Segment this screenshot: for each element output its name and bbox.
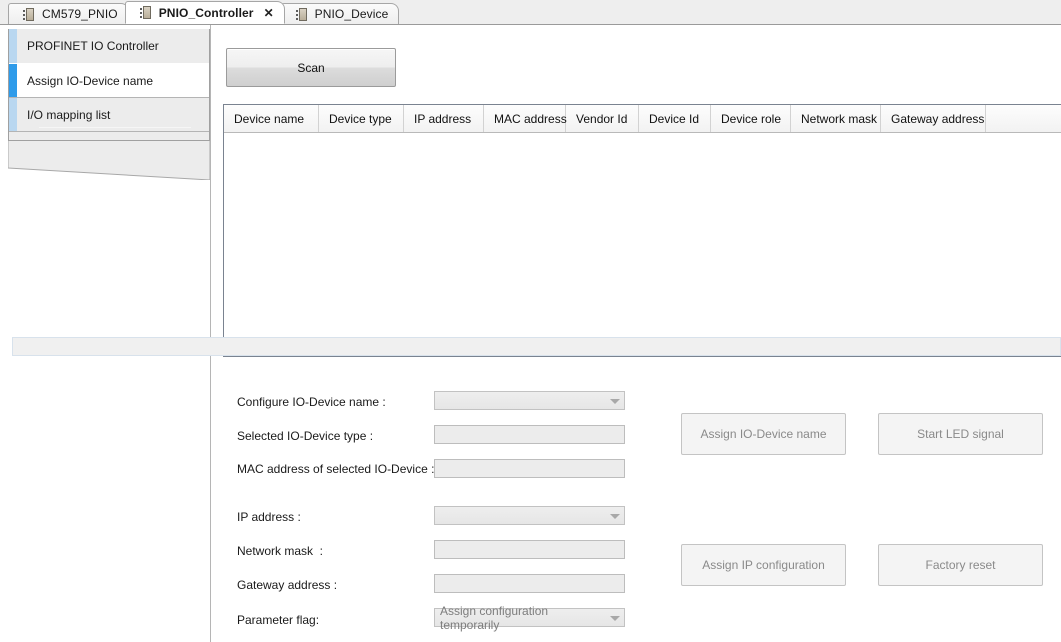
sidebar-divider <box>39 127 191 128</box>
tab-label: PNIO_Device <box>314 7 389 21</box>
gateway-address-input[interactable] <box>434 574 625 593</box>
tab-pnio-device[interactable]: PNIO_Device <box>280 3 400 24</box>
column-header-network-mask[interactable]: Network mask <box>791 105 881 132</box>
assign-io-device-name-button[interactable]: Assign IO-Device name <box>681 413 846 455</box>
device-grid-header: Device name Device type IP address MAC a… <box>224 105 1061 133</box>
selected-io-device-type-input[interactable] <box>434 425 625 444</box>
label-configure-io-device-name: Configure IO-Device name : <box>237 395 386 409</box>
tab-pnio-controller[interactable]: PNIO_Controller ✕ <box>124 1 285 24</box>
sidebar-item-label: PROFINET IO Controller <box>27 39 159 53</box>
column-header-filler[interactable] <box>986 105 1061 132</box>
label-parameter-flag: Parameter flag: <box>237 613 320 627</box>
label-network-mask: Network mask : <box>237 544 324 558</box>
tab-label: CM579_PNIO <box>42 7 118 21</box>
sidebar-item-label: I/O mapping list <box>27 107 111 122</box>
label-ip-address: IP address : <box>237 510 301 524</box>
module-icon <box>23 7 35 21</box>
tab-strip: CM579_PNIO PNIO_Controller ✕ PNIO_Device <box>0 0 400 24</box>
scan-button[interactable]: Scan <box>226 48 396 87</box>
sidebar: PROFINET IO Controller Assign IO-Device … <box>8 29 210 180</box>
module-icon <box>295 7 308 21</box>
sidebar-item-profinet-io-controller[interactable]: PROFINET IO Controller <box>9 29 209 64</box>
sidebar-item-label: Assign IO-Device name <box>27 73 154 88</box>
device-grid: Device name Device type IP address MAC a… <box>223 104 1061 357</box>
column-header-mac-address[interactable]: MAC address <box>484 105 567 132</box>
column-header-vendor-id[interactable]: Vendor Id <box>566 105 639 132</box>
column-header-device-role[interactable]: Device role <box>711 105 791 132</box>
device-grid-body <box>224 133 1061 356</box>
tab-label: PNIO_Controller <box>158 5 254 20</box>
column-header-gateway-address[interactable]: Gateway address <box>881 105 986 132</box>
sidebar-ribbon-tail <box>8 140 210 180</box>
chevron-down-icon[interactable] <box>605 609 624 626</box>
sidebar-panel: PROFINET IO Controller Assign IO-Device … <box>8 29 210 141</box>
column-header-device-type[interactable]: Device type <box>319 105 404 132</box>
chevron-down-icon[interactable] <box>605 507 624 524</box>
module-icon <box>139 6 152 19</box>
sidebar-item-io-mapping-list[interactable]: I/O mapping list <box>9 97 209 132</box>
column-header-device-id[interactable]: Device Id <box>639 105 711 132</box>
sidebar-accent-bar <box>9 29 17 63</box>
label-gateway-address: Gateway address : <box>237 578 338 592</box>
sidebar-accent-bar <box>9 98 17 131</box>
start-led-signal-button[interactable]: Start LED signal <box>878 413 1043 455</box>
column-header-ip-address[interactable]: IP address <box>404 105 484 132</box>
factory-reset-button[interactable]: Factory reset <box>878 544 1043 586</box>
sidebar-item-assign-io-device-name[interactable]: Assign IO-Device name <box>9 63 209 98</box>
assign-ip-configuration-button[interactable]: Assign IP configuration <box>681 544 846 586</box>
parameter-flag-value: Assign configuration temporarily <box>440 603 549 632</box>
chevron-down-icon[interactable] <box>605 392 624 409</box>
sidebar-accent-bar <box>9 64 17 97</box>
ip-address-combobox[interactable] <box>434 506 625 525</box>
editor-tab-bar: CM579_PNIO PNIO_Controller ✕ PNIO_Device <box>0 0 1061 25</box>
close-icon[interactable]: ✕ <box>264 7 274 19</box>
label-mac-address-of-selected-io-device: MAC address of selected IO-Device : <box>237 462 435 476</box>
tab-cm579-pnio[interactable]: CM579_PNIO <box>8 3 129 24</box>
label-selected-io-device-type: Selected IO-Device type : <box>237 429 374 443</box>
network-mask-input[interactable] <box>434 540 625 559</box>
parameter-flag-combobox[interactable]: Assign configuration temporarily <box>434 604 625 632</box>
configure-io-device-name-combobox[interactable] <box>434 391 625 410</box>
device-grid-horizontal-scrollbar[interactable] <box>12 337 1061 356</box>
column-header-device-name[interactable]: Device name <box>224 105 319 132</box>
mac-address-of-selected-io-device-input[interactable] <box>434 459 625 478</box>
